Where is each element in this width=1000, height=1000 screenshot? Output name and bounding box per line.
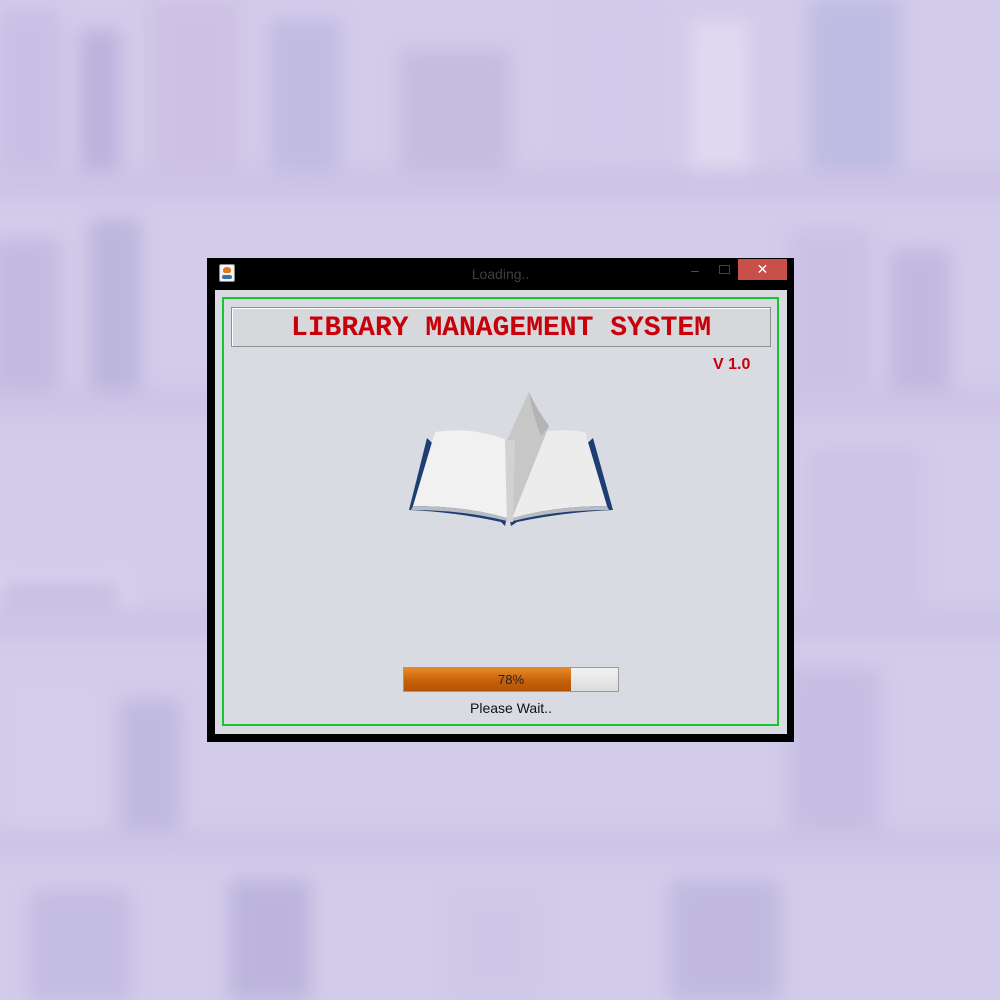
minimize-icon: – xyxy=(691,262,699,278)
open-book-icon xyxy=(409,392,613,526)
minimize-button[interactable]: – xyxy=(685,260,705,280)
maximize-icon xyxy=(719,265,730,274)
close-button[interactable]: ✕ xyxy=(738,259,787,280)
progress-percent-label: 78% xyxy=(497,672,525,687)
version-label: V 1.0 xyxy=(713,356,751,373)
title-box: LIBRARY MANAGEMENT SYSTEM xyxy=(231,307,771,347)
maximize-button[interactable] xyxy=(714,260,734,280)
loading-window: Loading.. – ✕ LIBRARY MANAGEMENT SYSTEM … xyxy=(207,258,794,742)
window-title: Loading.. xyxy=(471,266,530,282)
loading-progress-bar: 78% xyxy=(403,667,619,692)
app-title: LIBRARY MANAGEMENT SYSTEM xyxy=(290,313,712,344)
splash-panel: LIBRARY MANAGEMENT SYSTEM V 1.0 78% Plea… xyxy=(215,290,787,734)
title-bar[interactable]: Loading.. – ✕ xyxy=(207,258,794,290)
close-icon: ✕ xyxy=(756,261,769,277)
status-text: Please Wait.. xyxy=(470,700,552,716)
